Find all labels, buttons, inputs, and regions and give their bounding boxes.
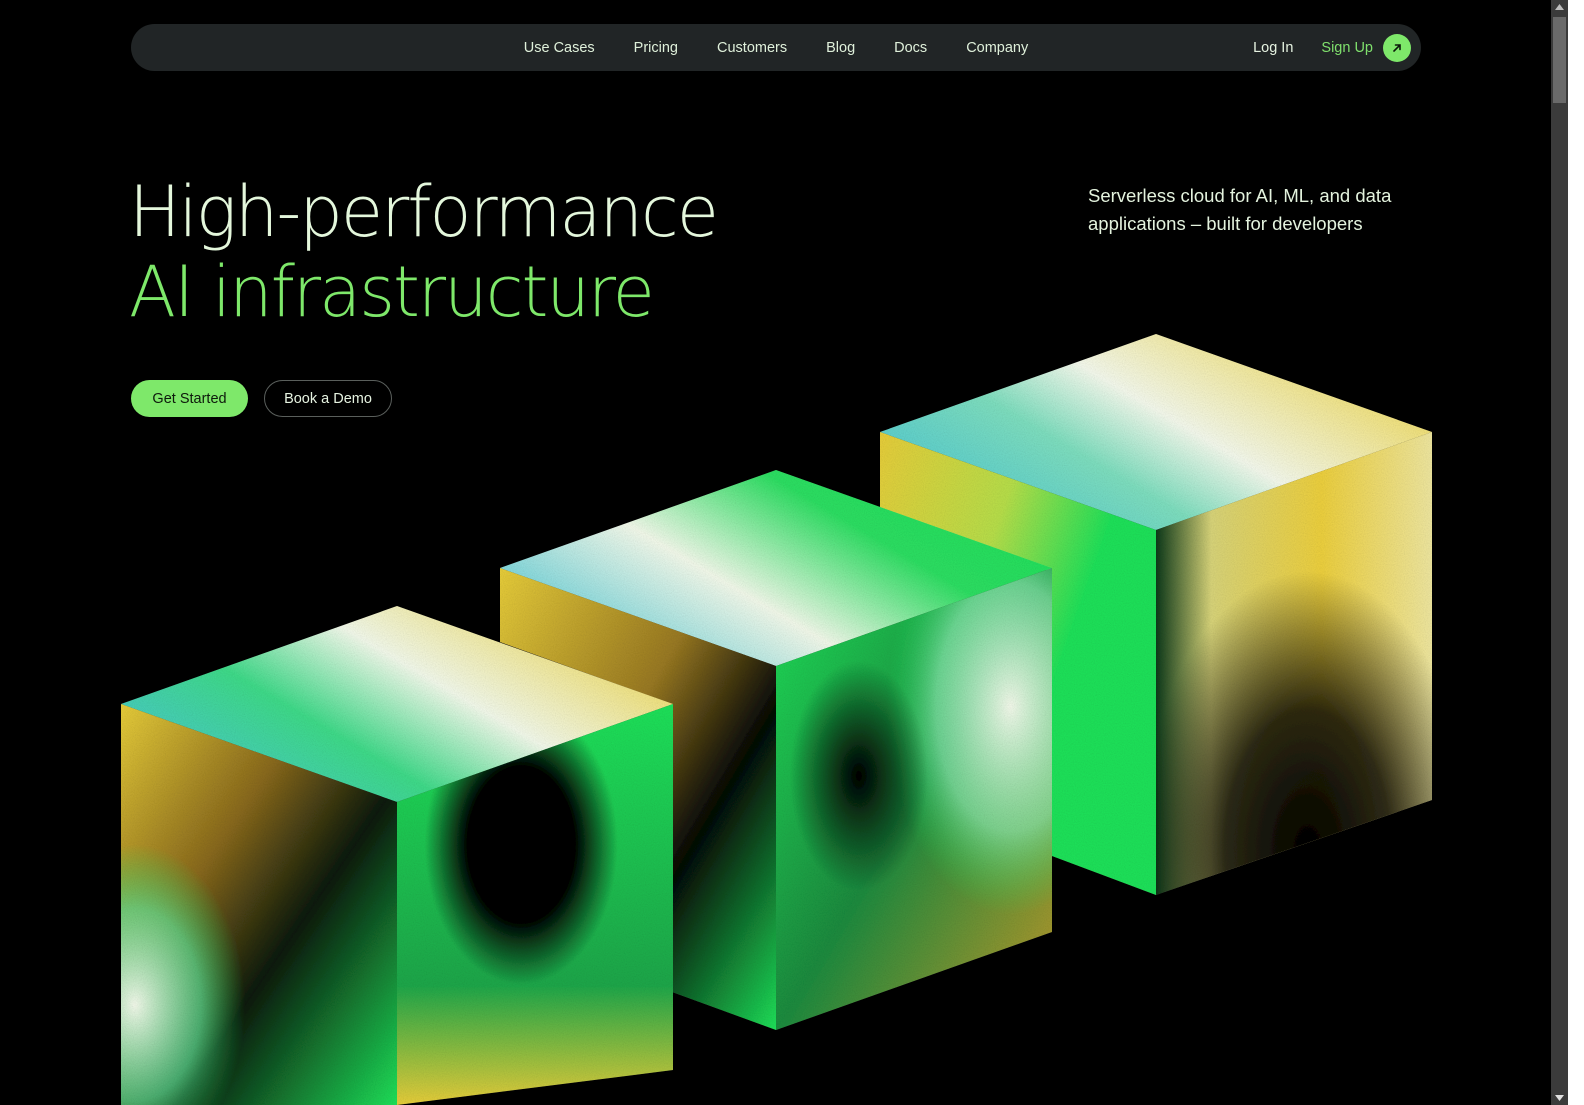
cube-front-top (121, 606, 673, 802)
nav-link-blog[interactable]: Blog (826, 40, 855, 56)
cube-middle-left (500, 568, 776, 1030)
cube-middle-right (776, 568, 1052, 1030)
hero-title: High-performance AI infrastructure (129, 171, 719, 333)
cube-front (121, 606, 673, 1105)
scrollbar-thumb[interactable] (1553, 17, 1566, 103)
hero-title-line1: High-performance (129, 171, 719, 253)
nav-auth: Log In Sign Up (1253, 24, 1411, 71)
vertical-scrollbar[interactable] (1551, 0, 1568, 1105)
top-navbar: Use Cases Pricing Customers Blog Docs Co… (131, 24, 1421, 71)
book-demo-button[interactable]: Book a Demo (264, 380, 392, 417)
cube-back-top (880, 334, 1432, 530)
cube-front-left (121, 704, 397, 1105)
nav-link-customers[interactable]: Customers (717, 40, 787, 56)
window-edge (1568, 0, 1584, 1105)
cube-back (880, 334, 1432, 895)
signup-label: Sign Up (1321, 39, 1373, 56)
page: Use Cases Pricing Customers Blog Docs Co… (0, 0, 1551, 1105)
nav-link-company[interactable]: Company (966, 40, 1028, 56)
scroll-up-arrow-icon[interactable] (1551, 0, 1568, 14)
cube-back-left (880, 432, 1156, 895)
nav-links: Use Cases Pricing Customers Blog Docs Co… (131, 24, 1421, 71)
cube-middle-top (500, 470, 1052, 666)
cube-middle (500, 470, 1052, 1030)
hero-subtitle: Serverless cloud for AI, ML, and data ap… (1088, 185, 1392, 234)
nav-link-docs[interactable]: Docs (894, 40, 927, 56)
login-link[interactable]: Log In (1253, 40, 1293, 56)
scroll-down-arrow-icon[interactable] (1551, 1091, 1568, 1105)
hero-title-line2: AI infrastructure (129, 251, 655, 333)
cube-front-right (397, 704, 673, 1105)
arrow-up-right-icon (1383, 33, 1411, 62)
nav-link-pricing[interactable]: Pricing (634, 40, 678, 56)
nav-link-use-cases[interactable]: Use Cases (524, 40, 595, 56)
hero-cubes-illustration (121, 334, 1432, 1105)
get-started-button[interactable]: Get Started (131, 380, 248, 417)
signup-button[interactable]: Sign Up (1321, 33, 1411, 62)
cube-back-right (1156, 432, 1432, 895)
